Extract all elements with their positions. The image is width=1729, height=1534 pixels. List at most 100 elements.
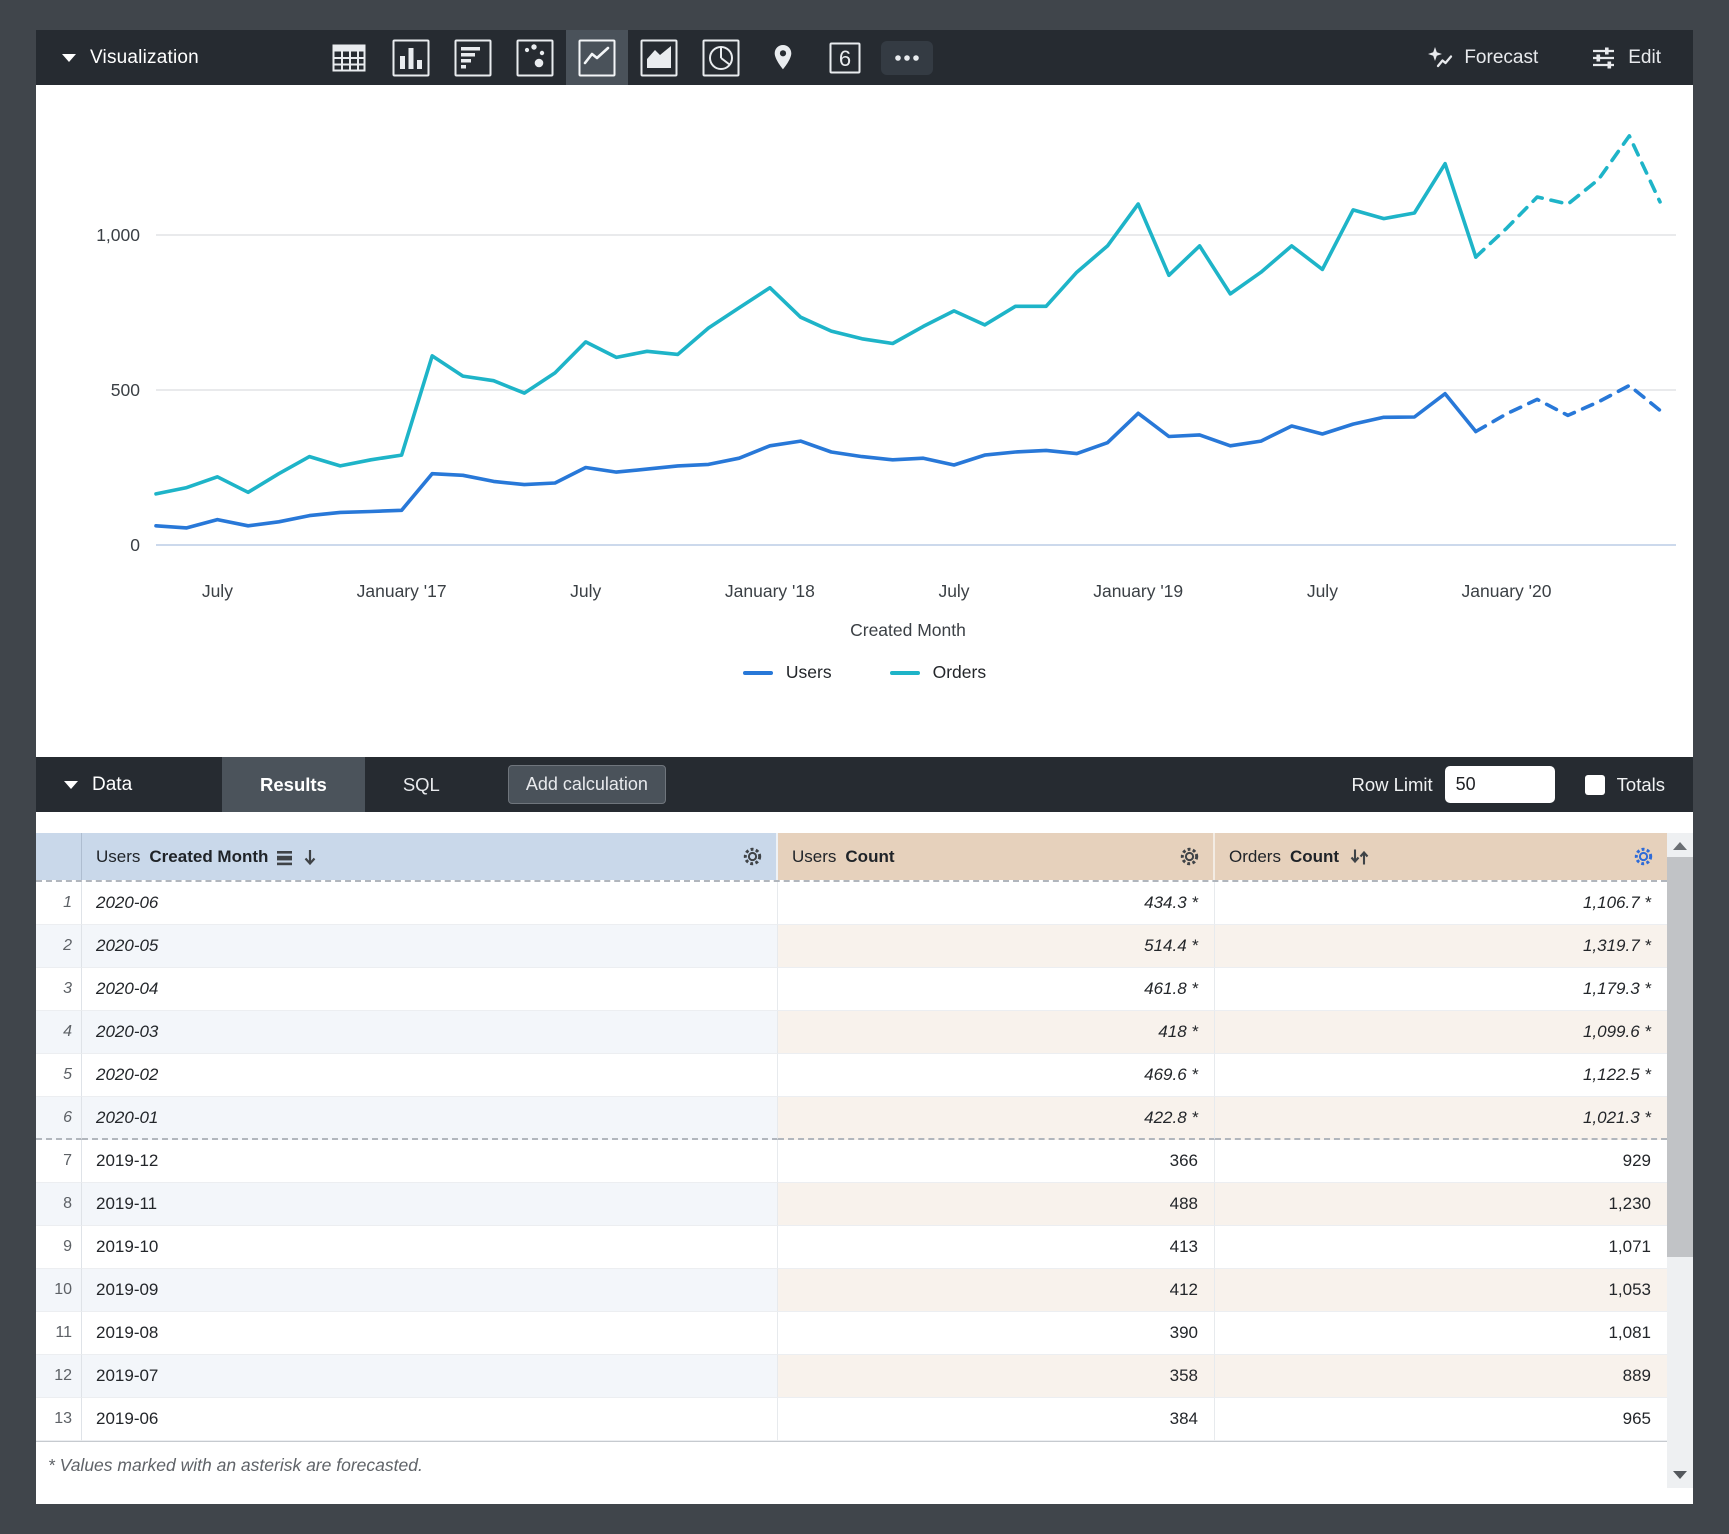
row-number: 4 [36,1011,82,1054]
svg-text:6: 6 [839,46,851,71]
collapse-caret-icon [62,54,76,62]
orders-count-cell: 965 [1215,1398,1667,1441]
users-count-cell: 514.4 * [778,925,1215,968]
column-header-created-month[interactable]: Users Created Month [82,833,778,880]
created-month-cell: 2019-09 [82,1269,778,1312]
forecast-arrows-icon [1348,847,1372,867]
users-count-gear-icon[interactable] [1178,845,1201,868]
users-count-cell: 384 [778,1398,1215,1441]
forecast-footnote: * Values marked with an asterisk are for… [36,1441,1667,1488]
table-row: 22020-05514.4 *1,319.7 * [36,925,1667,968]
row-number: 1 [36,882,82,925]
users-series-line [156,394,1476,528]
table-row: 132019-06384965 [36,1398,1667,1441]
collapse-caret-icon [64,781,78,789]
viz-pie-chart-button[interactable] [690,30,752,85]
users-count-cell: 488 [778,1183,1215,1226]
column-label: Created Month [149,847,268,867]
column-chart-icon [392,39,430,77]
orders-count-cell: 1,122.5 * [1215,1054,1667,1097]
scrollbar-thumb[interactable] [1667,857,1693,1257]
sort-desc-arrow-icon [303,847,317,867]
row-limit-input[interactable] [1445,766,1555,803]
created-month-cell: 2019-12 [82,1140,778,1183]
table-body: 12020-06434.3 *1,106.7 *22020-05514.4 *1… [36,882,1667,1441]
orders-count-cell: 929 [1215,1140,1667,1183]
visualization-section-toggle[interactable]: Visualization [36,30,278,85]
forecast-button[interactable]: Forecast [1426,44,1538,71]
created-month-cell: 2020-05 [82,925,778,968]
orders-count-cell: 1,099.6 * [1215,1011,1667,1054]
area-chart-icon [640,39,678,77]
users-count-cell: 358 [778,1355,1215,1398]
add-calculation-button[interactable]: Add calculation [508,765,666,804]
visualization-title: Visualization [90,47,199,69]
totals-label: Totals [1617,774,1665,796]
y-axis-tick-label: 0 [130,535,140,555]
column-header-users-count[interactable]: Users Count [778,833,1215,880]
y-axis-tick-label: 500 [111,380,140,400]
table-row: 102019-094121,053 [36,1269,1667,1312]
viz-scatter-button[interactable] [504,30,566,85]
more-icon [887,45,927,71]
viz-single-value-button[interactable]: 6 [814,30,876,85]
scrollbar-up-arrow[interactable] [1667,835,1693,857]
orders-count-cell: 1,053 [1215,1269,1667,1312]
column-prefix: Users [96,847,140,867]
column-header-orders-count[interactable]: Orders Count [1215,833,1667,880]
viz-area-chart-button[interactable] [628,30,690,85]
table-scrollbar[interactable] [1667,833,1693,1488]
explore-window: Visualization [36,30,1693,1504]
orders-count-cell: 1,319.7 * [1215,925,1667,968]
row-number: 5 [36,1054,82,1097]
viz-table-button[interactable] [318,30,380,85]
row-number: 8 [36,1183,82,1226]
edit-button[interactable]: Edit [1590,44,1661,71]
x-axis-tick-label: January '18 [725,581,815,601]
x-axis-tick-label: January '20 [1462,581,1552,601]
viz-bar-chart-button[interactable] [442,30,504,85]
viz-column-chart-button[interactable] [380,30,442,85]
legend-label: Users [786,662,832,683]
viz-line-chart-button[interactable] [566,30,628,85]
created-month-cell: 2019-10 [82,1226,778,1269]
created-month-gear-icon[interactable] [741,845,764,868]
orders-count-cell: 1,021.3 * [1215,1097,1667,1140]
column-prefix: Orders [1229,847,1281,867]
tab-results[interactable]: Results [222,757,365,812]
viz-more-button[interactable] [876,30,938,85]
data-section-toggle[interactable]: Data [36,757,222,812]
totals-checkbox[interactable] [1585,775,1605,795]
column-prefix: Users [792,847,836,867]
row-number: 13 [36,1398,82,1441]
orders-count-cell: 1,106.7 * [1215,882,1667,925]
scrollbar-down-arrow[interactable] [1667,1464,1693,1486]
users-count-cell: 390 [778,1312,1215,1355]
users-count-cell: 366 [778,1140,1215,1183]
row-number: 7 [36,1140,82,1183]
legend-label: Orders [933,662,986,683]
orders-count-cell: 889 [1215,1355,1667,1398]
orders-series-forecast-line [1476,136,1660,257]
table-row: 42020-03418 *1,099.6 * [36,1011,1667,1054]
line-chart-icon [578,39,616,77]
table-row: 122019-07358889 [36,1355,1667,1398]
x-axis-tick-label: July [1307,581,1338,601]
orders-count-cell: 1,081 [1215,1312,1667,1355]
table-row: 52020-02469.6 *1,122.5 * [36,1054,1667,1097]
table-row: 72019-12366929 [36,1140,1667,1183]
table-header-row: Users Created Month [36,833,1667,882]
x-axis-title: Created Month [850,620,966,640]
single-value-icon: 6 [826,39,864,77]
data-title: Data [92,774,132,796]
table-row: 62020-01422.8 *1,021.3 * [36,1097,1667,1140]
created-month-cell: 2019-07 [82,1355,778,1398]
viz-map-button[interactable] [752,30,814,85]
row-number: 2 [36,925,82,968]
scatter-icon [516,39,554,77]
toolbar-actions: Forecast Edit [1426,30,1693,85]
row-number-header [36,833,82,880]
tab-sql[interactable]: SQL [365,757,478,812]
orders-count-gear-icon[interactable] [1632,845,1655,868]
data-toolbar-right: Row Limit Totals [1351,757,1693,812]
